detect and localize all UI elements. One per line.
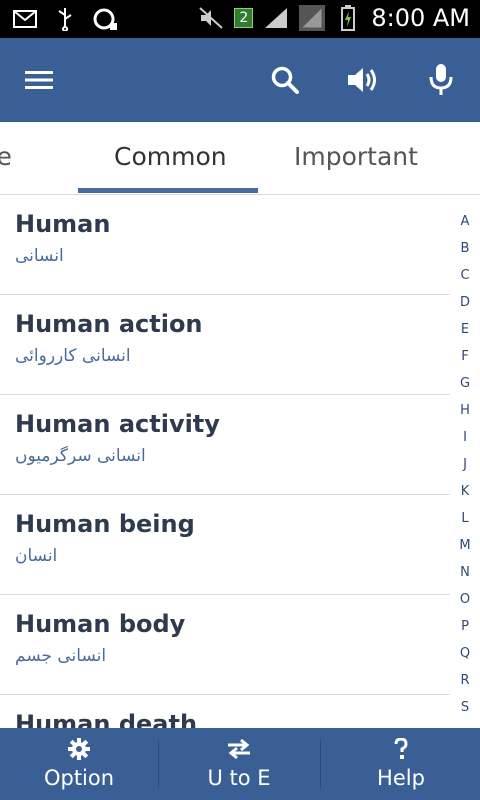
alphabet-letter[interactable]: Q bbox=[456, 646, 474, 673]
list-item[interactable]: Human being انسان bbox=[0, 494, 450, 595]
list-item[interactable]: Human death bbox=[0, 694, 450, 728]
english-word: Human body bbox=[15, 610, 186, 638]
microphone-icon[interactable] bbox=[419, 58, 463, 102]
alphabet-letter[interactable]: D bbox=[456, 295, 474, 322]
list-item[interactable]: Human انسانی bbox=[0, 194, 450, 295]
alphabet-letter[interactable]: A bbox=[456, 214, 474, 241]
alphabet-index: ABCDEFGHIJKLMNOPQRS bbox=[456, 214, 474, 727]
option-label: Option bbox=[43, 766, 115, 790]
usb-icon bbox=[52, 6, 78, 32]
english-word: Human activity bbox=[15, 410, 220, 438]
alphabet-letter[interactable]: I bbox=[456, 430, 474, 457]
alphabet-letter[interactable]: G bbox=[456, 376, 474, 403]
divider bbox=[320, 740, 321, 788]
urdu-translation: انسانی کارروائی bbox=[15, 346, 131, 366]
swap-arrows-icon bbox=[226, 738, 252, 764]
clock: 8:00 AM bbox=[371, 4, 470, 32]
urdu-translation: انسانی bbox=[15, 246, 64, 266]
alphabet-letter[interactable]: J bbox=[456, 457, 474, 484]
english-word: Human action bbox=[15, 310, 203, 338]
urdu-translation: انسانی سرگرمیوں bbox=[15, 446, 146, 466]
active-tab-indicator bbox=[78, 188, 258, 193]
alphabet-letter[interactable]: L bbox=[456, 511, 474, 538]
gear-icon bbox=[68, 738, 90, 764]
alphabet-letter[interactable]: R bbox=[456, 673, 474, 700]
alphabet-letter[interactable]: E bbox=[456, 322, 474, 349]
alphabet-letter[interactable]: C bbox=[456, 268, 474, 295]
hamburger-menu-icon[interactable] bbox=[17, 58, 61, 102]
tab-home[interactable]: Home bbox=[0, 142, 12, 171]
tab-common[interactable]: Common bbox=[114, 142, 227, 171]
word-list: Human انسانی Human action انسانی کارروائ… bbox=[0, 194, 480, 728]
alphabet-letter[interactable]: B bbox=[456, 241, 474, 268]
list-item[interactable]: Human body انسانی جسم bbox=[0, 594, 450, 695]
english-word: Human being bbox=[15, 510, 195, 538]
email-notification-icon bbox=[12, 6, 38, 32]
tab-bar: Home Common Important bbox=[0, 122, 480, 195]
urdu-translation: انسان bbox=[15, 546, 58, 566]
search-icon[interactable] bbox=[263, 58, 307, 102]
english-word: Human death bbox=[15, 710, 198, 728]
mute-icon bbox=[198, 5, 224, 31]
urdu-translation: انسانی جسم bbox=[15, 646, 107, 666]
alphabet-letter[interactable]: F bbox=[456, 349, 474, 376]
swap-label: U to E bbox=[207, 766, 271, 790]
battery-charging-icon bbox=[335, 5, 361, 31]
alphabet-letter[interactable]: H bbox=[456, 403, 474, 430]
english-word: Human bbox=[15, 210, 111, 238]
sim-slot-badge: 2 bbox=[234, 8, 254, 28]
app-notification-icon bbox=[92, 6, 118, 32]
alphabet-letter[interactable]: M bbox=[456, 538, 474, 565]
alphabet-letter[interactable]: P bbox=[456, 619, 474, 646]
alphabet-letter[interactable]: N bbox=[456, 565, 474, 592]
bottom-bar: Option U to E Help bbox=[0, 728, 480, 800]
list-item[interactable]: Human action انسانی کارروائی bbox=[0, 294, 450, 395]
option-button[interactable]: Option bbox=[0, 728, 158, 800]
help-label: Help bbox=[377, 766, 425, 790]
signal-icon-2 bbox=[299, 5, 326, 31]
signal-icon bbox=[263, 5, 289, 31]
divider bbox=[158, 740, 159, 788]
speaker-icon[interactable] bbox=[341, 58, 385, 102]
status-bar: 2 8:00 AM bbox=[0, 0, 480, 38]
list-item[interactable]: Human activity انسانی سرگرمیوں bbox=[0, 394, 450, 495]
help-button[interactable]: Help bbox=[322, 728, 480, 800]
swap-language-button[interactable]: U to E bbox=[160, 728, 318, 800]
tab-important[interactable]: Important bbox=[294, 142, 418, 171]
question-mark-icon bbox=[393, 737, 409, 764]
alphabet-letter[interactable]: K bbox=[456, 484, 474, 511]
app-bar bbox=[0, 38, 480, 122]
alphabet-letter[interactable]: O bbox=[456, 592, 474, 619]
alphabet-letter[interactable]: S bbox=[456, 700, 474, 727]
